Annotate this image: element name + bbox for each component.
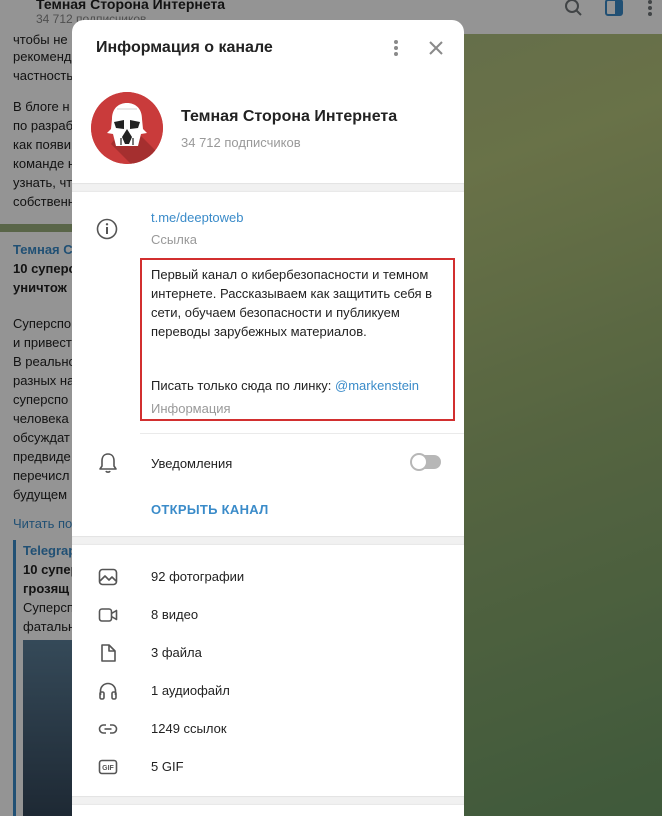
contact-prefix: Писать только сюда по линку: [151,378,336,393]
open-channel-button[interactable]: ОТКРЫТЬ КАНАЛ [151,502,269,517]
channel-description: Первый канал о кибербезопасности и темно… [151,267,433,339]
notifications-toggle[interactable] [410,453,441,471]
channel-avatar[interactable] [91,92,163,164]
channel-name: Темная Сторона Интернета [181,108,398,125]
toggle-knob [410,453,428,471]
file-icon [98,643,118,663]
media-gif-row[interactable]: GIF 5 GIF [72,747,464,785]
channel-info-dialog: Информация о канале Темная Сторона Интер… [72,20,464,816]
close-icon[interactable] [426,38,446,58]
media-label: 8 видео [151,607,199,622]
link-label: Ссылка [151,232,198,247]
media-label: 1249 ссылок [151,721,227,736]
section-divider [72,536,464,545]
media-label: 3 файла [151,645,202,660]
dialog-title: Информация о канале [96,39,273,56]
more-vertical-icon[interactable] [388,38,404,58]
notifications-label: Уведомления [151,456,233,471]
divider [140,433,464,434]
section-divider [72,796,464,805]
description-label: Информация [151,401,231,416]
headphones-icon [98,681,118,701]
svg-text:GIF: GIF [102,765,114,772]
media-links-row[interactable]: 1249 ссылок [72,709,464,747]
media-files-row[interactable]: 3 файла [72,633,464,671]
media-label: 92 фотографии [151,569,245,584]
media-videos-row[interactable]: 8 видео [72,595,464,633]
description-contact: Писать только сюда по линку: @markenstei… [151,378,419,393]
media-photos-row[interactable]: 92 фотографии [72,557,464,595]
media-label: 1 аудиофайл [151,683,230,698]
bell-icon [98,452,118,474]
photo-icon [98,567,118,587]
gif-icon: GIF [98,757,118,777]
channel-link[interactable]: t.me/deeptoweb [151,210,244,225]
video-icon [98,605,118,625]
link-icon [98,719,118,739]
media-audio-row[interactable]: 1 аудиофайл [72,671,464,709]
media-label: 5 GIF [151,759,184,774]
subscriber-count: 34 712 подписчиков [181,135,301,150]
info-icon [96,218,118,240]
section-divider [72,183,464,192]
contact-mention-link[interactable]: @markenstein [335,378,419,393]
